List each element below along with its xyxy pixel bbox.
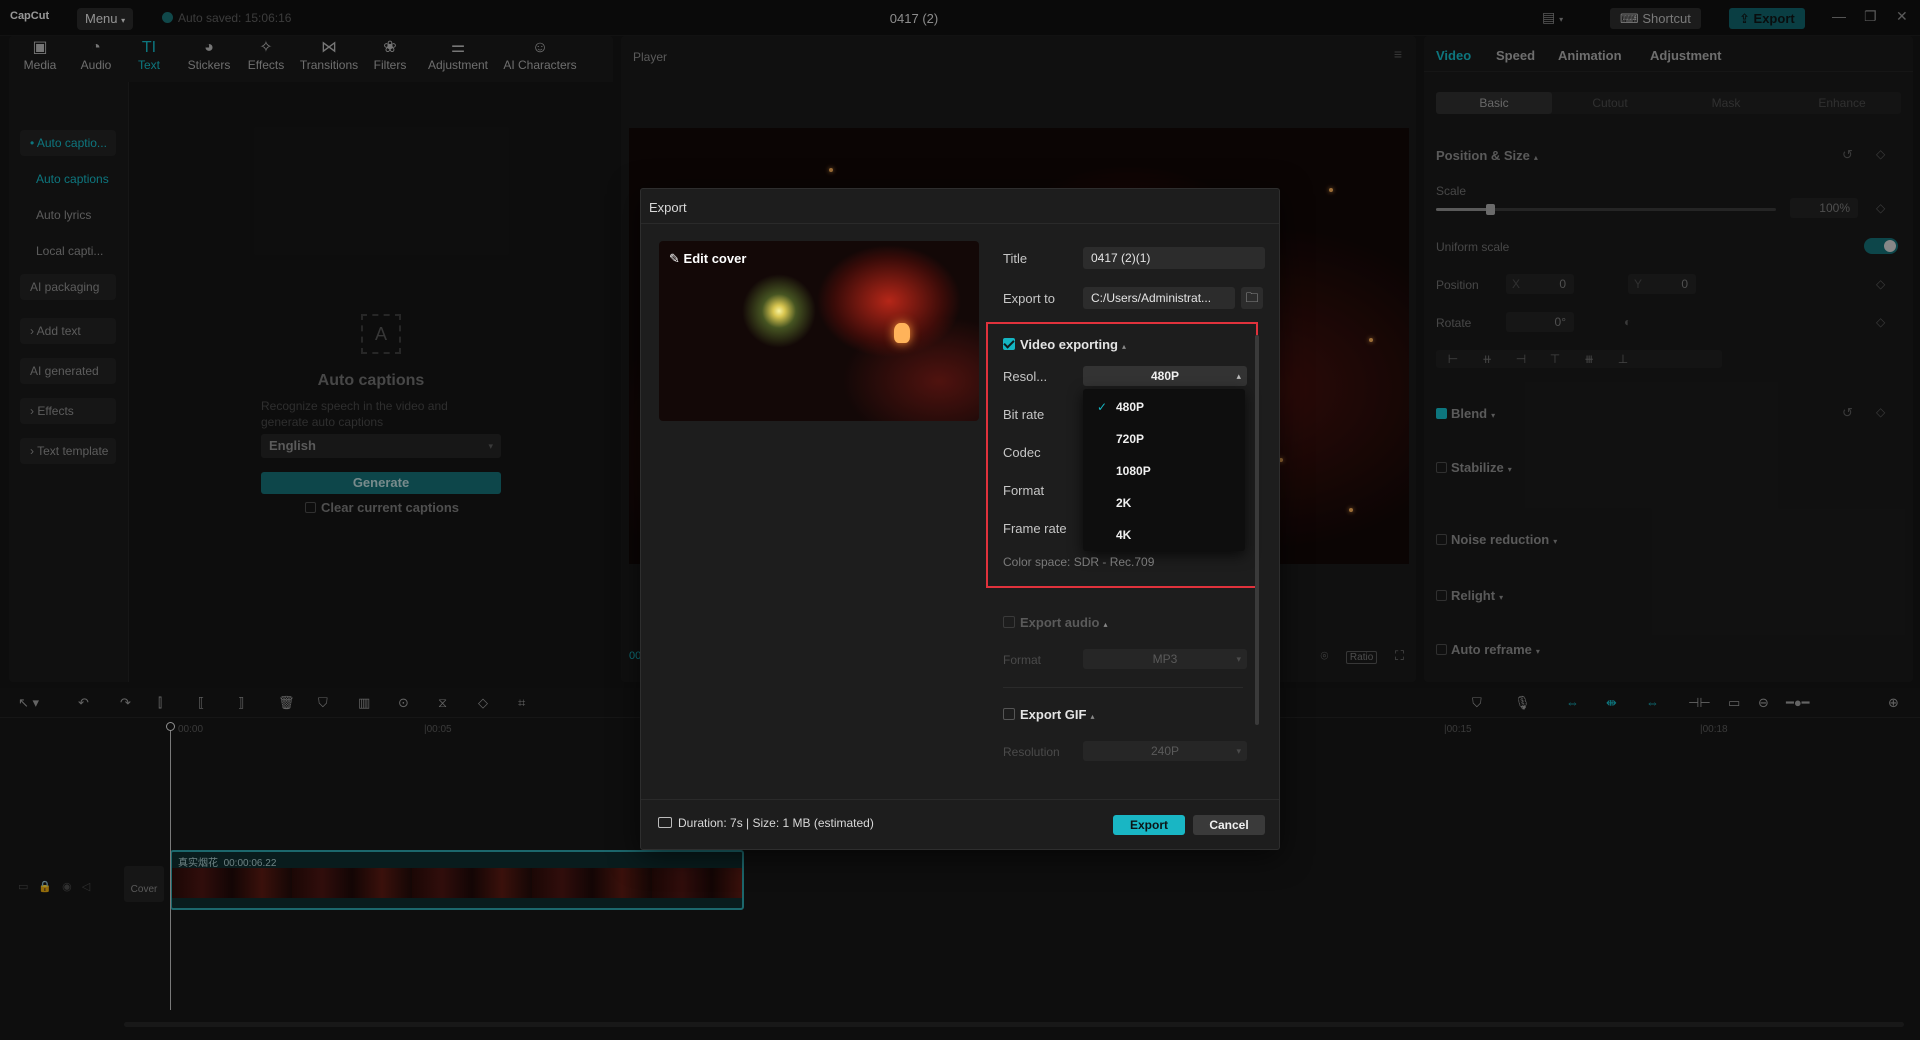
- codec-label: Codec: [1003, 445, 1041, 460]
- resolution-option-720p[interactable]: 720P: [1083, 427, 1245, 451]
- duration-size-info: Duration: 7s | Size: 1 MB (estimated): [658, 816, 874, 830]
- resolution-option-4k[interactable]: 4K: [1083, 523, 1245, 547]
- title-input[interactable]: 0417 (2)(1): [1083, 247, 1265, 269]
- chevron-up-icon: ▴: [1236, 371, 1241, 381]
- resolution-dropdown: ✓ 480P 720P 1080P 2K 4K: [1083, 389, 1245, 551]
- chevron-icon: ▴: [1103, 620, 1108, 629]
- chevron-down-icon: ▾: [1236, 746, 1241, 756]
- check-icon: ✓: [1097, 400, 1108, 414]
- export-gif-label: Export GIF: [1020, 707, 1087, 722]
- resolution-option-1080p[interactable]: 1080P: [1083, 459, 1245, 483]
- resolution-option-480p[interactable]: ✓ 480P: [1083, 395, 1245, 419]
- video-exporting-label: Video exporting: [1020, 337, 1118, 352]
- title-label: Title: [1003, 251, 1028, 266]
- chevron-up-icon: ▴: [1122, 342, 1127, 351]
- chevron-down-icon: ▾: [1236, 654, 1241, 664]
- gif-resolution-label: Resolution: [1003, 745, 1060, 759]
- dialog-title: Export: [649, 200, 687, 215]
- export-audio-section[interactable]: Export audio ▴: [1003, 615, 1107, 630]
- chevron-icon: ▴: [1090, 712, 1095, 721]
- export-gif-checkbox[interactable]: [1003, 708, 1015, 720]
- resolution-value: 480P: [1150, 369, 1180, 383]
- export-audio-checkbox[interactable]: [1003, 616, 1015, 628]
- audio-format-value: MP3: [1152, 652, 1178, 666]
- bitrate-label: Bit rate: [1003, 407, 1045, 422]
- option-label: 480P: [1116, 400, 1145, 414]
- color-space-text: Color space: SDR - Rec.709: [1003, 555, 1155, 569]
- audio-format-label: Format: [1003, 653, 1042, 667]
- export-dialog: Export ✎ Edit cover Title 0417 (2)(1) Ex…: [640, 188, 1280, 850]
- divider: [641, 223, 1279, 224]
- option-label: 720P: [1116, 432, 1145, 446]
- divider: [641, 799, 1279, 800]
- edit-cover-button[interactable]: ✎ Edit cover: [669, 251, 746, 267]
- folder-icon[interactable]: 🗀: [1241, 287, 1263, 309]
- gif-resolution-select[interactable]: 240P ▾: [1083, 741, 1247, 761]
- resolution-select[interactable]: 480P ▴: [1083, 366, 1247, 386]
- export-audio-label: Export audio: [1020, 615, 1100, 630]
- video-export-checkbox[interactable]: [1003, 338, 1015, 350]
- export-path-input[interactable]: C:/Users/Administrat...: [1083, 287, 1235, 309]
- duration-text: Duration: 7s | Size: 1 MB (estimated): [678, 816, 874, 830]
- pencil-icon: ✎: [669, 251, 680, 266]
- edit-cover-label: Edit cover: [683, 251, 747, 266]
- video-exporting-section[interactable]: Video exporting ▴: [1003, 337, 1126, 352]
- cover-thumbnail[interactable]: ✎ Edit cover: [659, 241, 979, 421]
- dialog-scrollbar[interactable]: [1255, 335, 1259, 725]
- export-gif-section[interactable]: Export GIF ▴: [1003, 707, 1094, 722]
- format-label: Format: [1003, 483, 1045, 498]
- lantern: [894, 323, 910, 343]
- resolution-label: Resol...: [1003, 369, 1048, 384]
- export-button[interactable]: Export: [1113, 815, 1185, 835]
- firework-burst: [739, 271, 819, 351]
- resolution-option-2k[interactable]: 2K: [1083, 491, 1245, 515]
- option-label: 2K: [1116, 496, 1132, 510]
- divider: [1003, 687, 1243, 688]
- framerate-label: Frame rate: [1003, 521, 1067, 536]
- export-to-label: Export to: [1003, 291, 1056, 306]
- audio-format-select[interactable]: MP3 ▾: [1083, 649, 1247, 669]
- film-icon: [658, 817, 672, 828]
- option-label: 4K: [1116, 528, 1132, 542]
- cancel-button[interactable]: Cancel: [1193, 815, 1265, 835]
- gif-resolution-value: 240P: [1150, 744, 1180, 758]
- option-label: 1080P: [1116, 464, 1151, 478]
